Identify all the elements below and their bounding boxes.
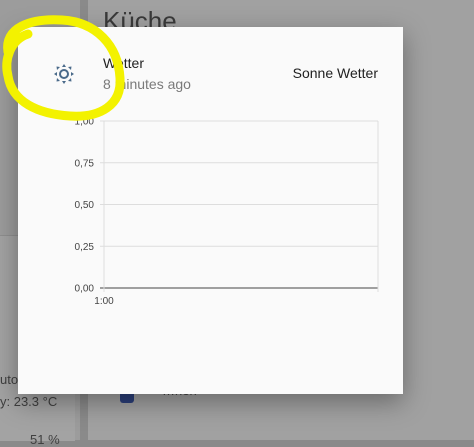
entity-name: Wetter xyxy=(103,55,144,71)
last-changed: 8 minutes ago xyxy=(103,76,191,92)
x-tick-label: 1:00 xyxy=(94,296,114,307)
background-text-2: y: 23.3 °C xyxy=(0,394,58,409)
y-tick-label: 0,50 xyxy=(75,200,95,211)
y-tick-label: 0,25 xyxy=(75,242,95,253)
history-chart: 1,00 0,75 0,50 0,25 0,001:00 xyxy=(75,117,379,307)
y-tick-label: 0,00 xyxy=(75,284,95,295)
y-tick-label: 1,00 xyxy=(75,117,95,128)
more-info-dialog: Wetter 8 minutes ago Sonne Wetter 1,00 0,… xyxy=(18,27,403,394)
entity-state: Sonne Wetter xyxy=(292,65,378,81)
y-tick-label: 0,75 xyxy=(75,158,95,169)
weather-sunny-icon xyxy=(53,63,75,85)
background-text-1: uto xyxy=(0,372,19,387)
